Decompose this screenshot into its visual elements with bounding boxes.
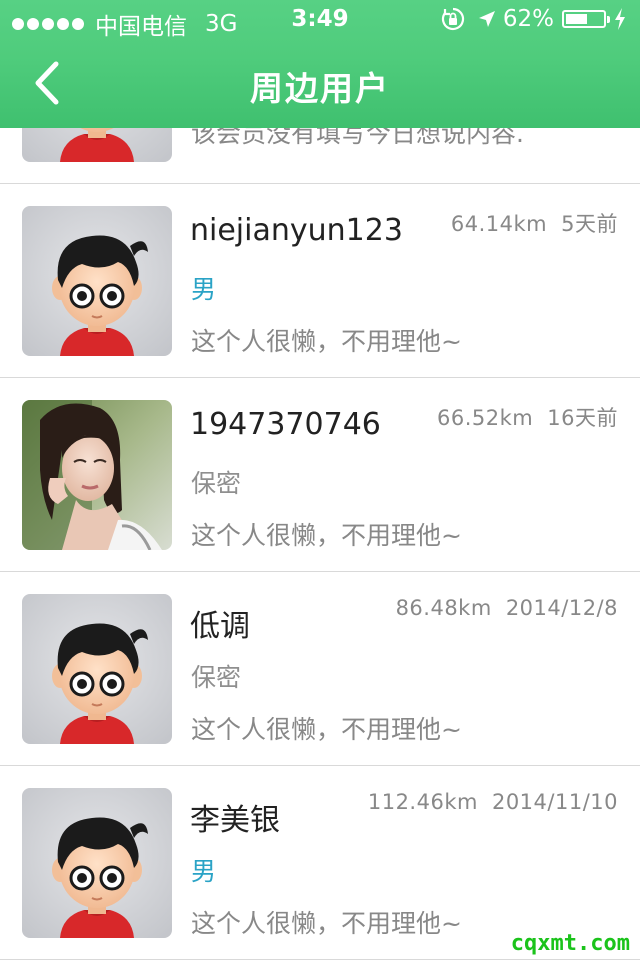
last-active: 16天前	[547, 406, 618, 430]
distance: 64.14km	[450, 212, 548, 236]
distance: 86.48km	[395, 596, 492, 620]
nav-bar: 周边用户	[0, 40, 640, 128]
user-bio: 这个人很懒，不用理他~	[191, 909, 462, 938]
last-active: 2014/12/8	[505, 596, 618, 620]
gender-label: 保密	[191, 469, 242, 498]
avatar[interactable]	[22, 788, 172, 938]
distance: 112.46km	[367, 790, 478, 814]
gender-label: 男	[191, 857, 217, 886]
username: 1947370746	[190, 407, 381, 442]
distance: 66.52km	[437, 406, 534, 430]
distance-time: 64.14km 5天前	[451, 208, 618, 238]
page-title: 周边用户	[250, 69, 390, 108]
avatar[interactable]	[22, 206, 172, 356]
status-right: 62%	[441, 6, 626, 32]
list-item[interactable]: 低调 86.48km 2014/12/8 保密 这个人很懒，不用理他~	[0, 572, 640, 766]
location-arrow-icon	[477, 9, 497, 29]
username: 低调	[190, 609, 250, 644]
orientation-lock-icon	[441, 7, 465, 31]
top-bar: 中国电信 3G 3:49 62% 周边用户	[0, 0, 640, 128]
charging-bolt-icon	[614, 8, 626, 30]
user-bio: 这个人很懒，不用理他~	[191, 327, 462, 356]
battery-level	[566, 14, 587, 24]
avatar[interactable]	[22, 400, 172, 550]
list-item[interactable]: 1947370746 66.52km 16天前 保密 这个人很懒，不用理他~	[0, 378, 640, 572]
watermark: cqxmt.com	[510, 931, 630, 956]
username: niejianyun123	[190, 213, 403, 248]
last-active: 2014/11/10	[491, 790, 618, 814]
list-item[interactable]: niejianyun123 64.14km 5天前 男 这个人很懒，不用理他~	[0, 184, 640, 378]
distance-time: 66.52km 16天前	[437, 402, 618, 432]
distance-time: 112.46km 2014/11/10	[368, 790, 618, 814]
avatar[interactable]	[22, 594, 172, 744]
distance-time: 86.48km 2014/12/8	[396, 596, 618, 620]
battery-percent: 62%	[502, 6, 554, 32]
nearby-users-list[interactable]: 该会员没有填写今日想说内容. niejianyun123 64.14km 5天前 …	[0, 0, 640, 960]
last-active: 5天前	[561, 212, 618, 236]
username: 李美银	[190, 803, 280, 838]
user-bio: 这个人很懒，不用理他~	[191, 715, 462, 744]
status-bar: 中国电信 3G 3:49 62%	[0, 0, 640, 40]
user-bio: 这个人很懒，不用理他~	[191, 521, 462, 550]
battery-icon	[562, 10, 610, 28]
gender-label: 保密	[191, 663, 242, 692]
gender-label: 男	[191, 275, 217, 304]
